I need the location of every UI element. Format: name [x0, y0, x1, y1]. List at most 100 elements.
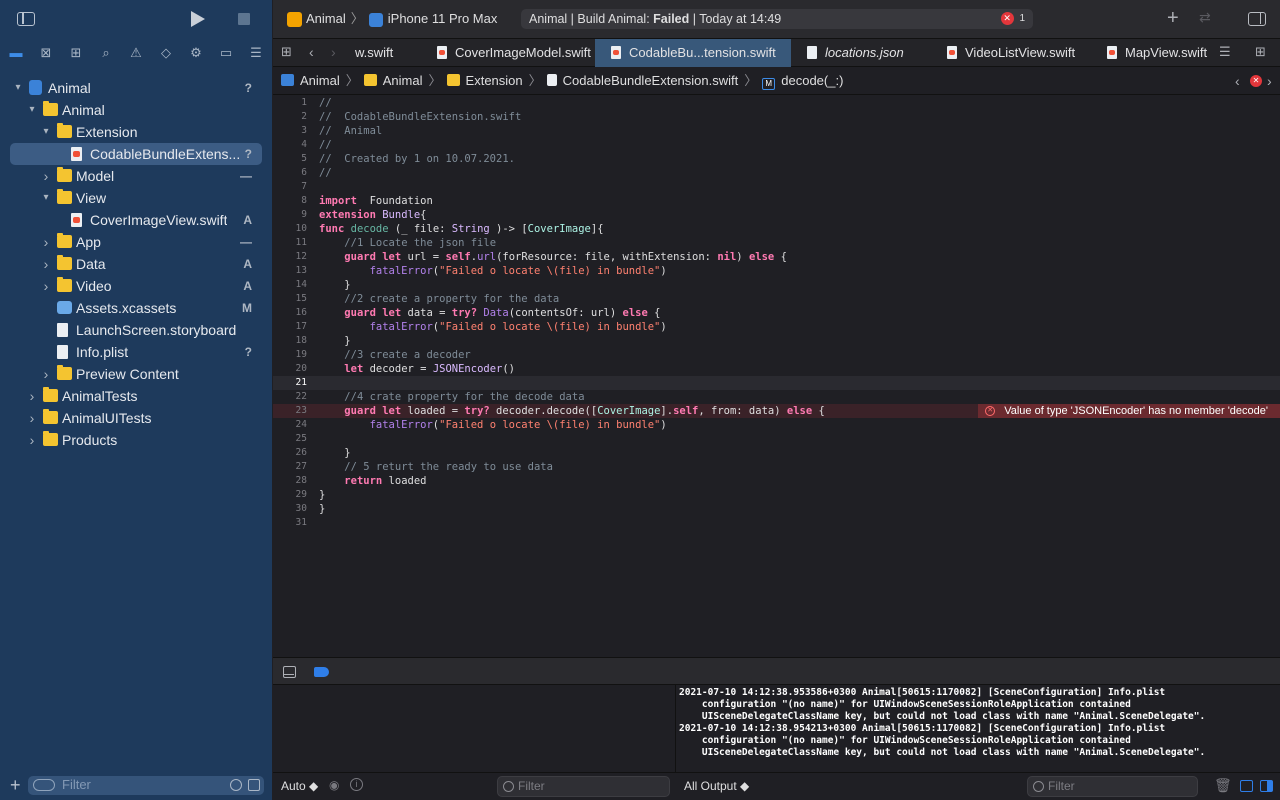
jump-bar-item[interactable]: CodableBundleExtension.swift — [546, 73, 738, 88]
chevron-right-icon[interactable]: › — [40, 231, 52, 253]
split-editor-icon[interactable]: ⊞ — [1255, 44, 1266, 60]
code-line[interactable]: guard let url = self.url(forResource: fi… — [319, 250, 787, 264]
code-line[interactable]: // 5 returt the ready to use data — [319, 460, 553, 474]
tree-item[interactable]: › App — — [0, 231, 272, 253]
code-line[interactable]: guard let loaded = try? decoder.decode([… — [319, 404, 825, 418]
tree-item[interactable]: › Preview Content — [0, 363, 272, 385]
code-line[interactable]: return loaded — [319, 474, 426, 488]
console-output[interactable]: 2021-07-10 14:12:38.953586+0300 Animal[5… — [675, 685, 1280, 772]
debug-navigator-icon[interactable]: ⚙ — [187, 44, 205, 62]
chevron-down-icon[interactable]: ▾ — [40, 121, 52, 143]
stop-button[interactable] — [238, 13, 250, 25]
code-line[interactable]: //4 crate property for the decode data — [319, 390, 584, 404]
chevron-right-icon[interactable]: › — [40, 253, 52, 275]
code-line[interactable]: } — [319, 502, 325, 516]
code-line[interactable]: //1 Locate the json file — [319, 236, 496, 250]
tree-item[interactable]: LaunchScreen.storyboard — [0, 319, 272, 341]
tree-item[interactable]: › Model — — [0, 165, 272, 187]
code-line[interactable]: fatalError("Failed o locate \(file) in b… — [319, 320, 667, 334]
tree-item[interactable]: › Data A — [0, 253, 272, 275]
tree-item[interactable]: CodableBundleExtens...? — [10, 143, 262, 165]
scm-filter-icon[interactable] — [248, 779, 260, 791]
code-review-icon[interactable]: ⇄ — [1199, 9, 1211, 26]
symbol-navigator-icon[interactable]: ⊞ — [67, 44, 85, 62]
show-console-icon[interactable] — [1260, 780, 1273, 792]
inspector-toggle-icon[interactable] — [1248, 12, 1266, 26]
editor-tab[interactable]: MapView.swift — [1091, 39, 1209, 67]
source-editor[interactable]: 1 // 2 // CodableBundleExtension.swift 3 // A… — [273, 96, 1280, 656]
console-filter-field[interactable]: Filter — [1027, 776, 1198, 797]
editor-tab[interactable]: CodableBu...tension.swift — [595, 39, 791, 67]
jump-bar-item[interactable]: Mdecode(_:) — [762, 73, 843, 90]
chevron-right-icon[interactable]: › — [26, 407, 38, 429]
variables-filter-field[interactable]: Filter — [497, 776, 670, 797]
code-line[interactable]: // Animal — [319, 124, 382, 138]
adjust-editor-icon[interactable]: ☰ — [1219, 44, 1231, 60]
activity-status-bar[interactable]: Animal | Build Animal: Failed | Today at… — [521, 9, 1033, 29]
previous-issue-icon[interactable]: ‹ — [1235, 67, 1240, 95]
find-navigator-icon[interactable]: ⌕ — [97, 44, 115, 62]
sidebar-toggle-icon[interactable] — [17, 12, 35, 26]
report-navigator-icon[interactable]: ☰ — [247, 44, 265, 62]
code-line[interactable]: // — [319, 96, 332, 110]
scheme-selector[interactable]: Animal 〉 iPhone 11 Pro Max — [287, 10, 497, 28]
tree-item[interactable]: ▾ Animal? — [0, 77, 272, 99]
chevron-right-icon[interactable]: › — [26, 385, 38, 407]
code-line[interactable]: } — [319, 446, 350, 460]
tree-item[interactable]: Assets.xcassets M — [0, 297, 272, 319]
trash-icon[interactable]: 🗑 — [1214, 777, 1232, 794]
code-line[interactable]: // — [319, 138, 332, 152]
code-line[interactable]: // Created by 1 on 10.07.2021. — [319, 152, 515, 166]
code-line[interactable]: } — [319, 334, 350, 348]
folder-navigator-icon[interactable]: ▬ — [7, 44, 25, 62]
code-line[interactable]: // — [319, 166, 332, 180]
recent-files-icon[interactable] — [230, 779, 242, 791]
code-line[interactable]: fatalError("Failed o locate \(file) in b… — [319, 264, 667, 278]
tree-item[interactable]: › Products — [0, 429, 272, 451]
output-select[interactable]: All Output ◆ — [684, 779, 749, 793]
filter-options-icon[interactable] — [33, 779, 55, 791]
issue-error-icon[interactable]: ✕ — [1250, 75, 1262, 87]
show-variables-icon[interactable] — [1240, 780, 1253, 792]
tree-item[interactable]: CoverImageView.swift A — [0, 209, 272, 231]
code-line[interactable]: let decoder = JSONEncoder() — [319, 362, 515, 376]
info-icon[interactable]: i — [350, 778, 363, 791]
jump-bar-item[interactable]: Animal — [281, 73, 340, 88]
code-line[interactable]: import Foundation — [319, 194, 433, 208]
hide-debug-area-icon[interactable] — [283, 666, 296, 678]
tree-item[interactable]: ▾ View — [0, 187, 272, 209]
editor-tab[interactable]: VideoListView.swift — [931, 39, 1091, 67]
chevron-down-icon[interactable]: ▾ — [40, 187, 52, 209]
source-control-navigator-icon[interactable]: ⊠ — [37, 44, 55, 62]
next-issue-icon[interactable]: › — [1267, 67, 1272, 95]
editor-tab[interactable]: CoverImageModel.swift — [421, 39, 591, 67]
chevron-right-icon[interactable]: › — [40, 275, 52, 297]
tree-item[interactable]: › AnimalTests — [0, 385, 272, 407]
tree-item[interactable]: › AnimalUITests — [0, 407, 272, 429]
add-icon[interactable]: + — [10, 775, 21, 796]
eye-icon[interactable]: ◉ — [329, 778, 339, 792]
related-items-icon[interactable]: ⊞ — [281, 44, 292, 60]
tree-item[interactable]: Info.plist? — [0, 341, 272, 363]
tree-item[interactable]: ▾ Extension — [0, 121, 272, 143]
back-icon[interactable]: ‹ — [309, 44, 314, 60]
test-navigator-icon[interactable]: ◇ — [157, 44, 175, 62]
breakpoint-navigator-icon[interactable]: ▭ — [217, 44, 235, 62]
chevron-right-icon[interactable]: › — [40, 363, 52, 385]
chevron-right-icon[interactable]: › — [26, 429, 38, 451]
navigator-filter-field[interactable]: Filter — [28, 776, 264, 795]
code-line[interactable]: // CodableBundleExtension.swift — [319, 110, 521, 124]
breakpoints-toggle-icon[interactable] — [314, 667, 329, 677]
chevron-down-icon[interactable]: ▾ — [12, 77, 24, 99]
code-line[interactable]: extension Bundle{ — [319, 208, 427, 222]
variables-scope-select[interactable]: Auto ◆ — [281, 779, 318, 793]
code-line[interactable]: func decode (_ file: String )-> [CoverIm… — [319, 222, 604, 236]
jump-bar-item[interactable]: Extension — [446, 73, 523, 88]
tree-item[interactable]: ▾ Animal — [0, 99, 272, 121]
chevron-right-icon[interactable]: › — [40, 165, 52, 187]
error-badge[interactable]: ✕ 1 — [1000, 12, 1025, 26]
code-line[interactable]: //3 create a decoder — [319, 348, 470, 362]
code-line[interactable]: //2 create a property for the data — [319, 292, 559, 306]
code-line[interactable]: } — [319, 278, 350, 292]
code-line[interactable]: } — [319, 488, 325, 502]
